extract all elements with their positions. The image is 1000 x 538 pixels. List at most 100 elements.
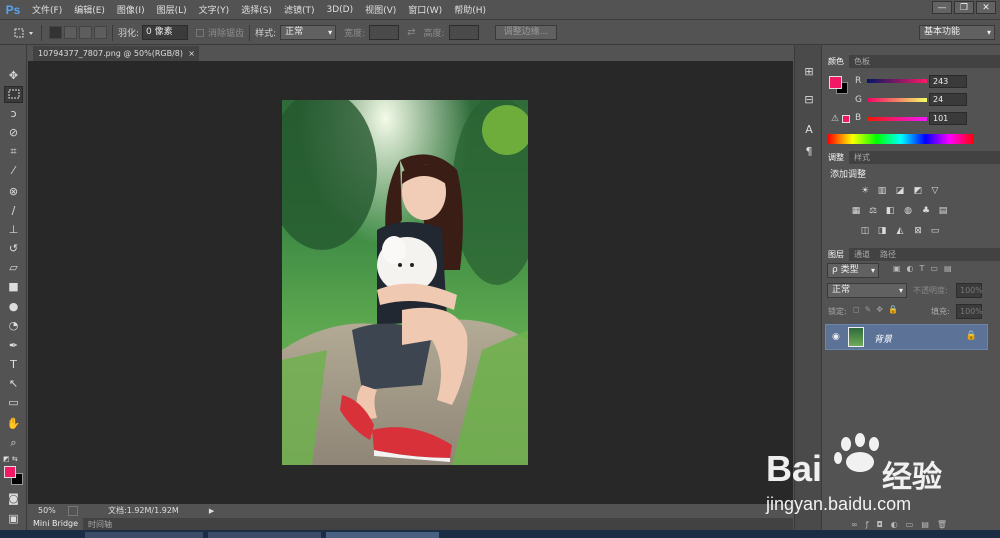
b-value[interactable]: 101 [929,112,967,125]
crop-tool-icon[interactable]: ⌗ [4,143,23,160]
close-tab-icon[interactable]: × [188,46,195,61]
style-select[interactable]: 正常 [280,25,337,40]
quick-select-tool-icon[interactable]: ⊘ [4,124,23,141]
dodge-tool-icon[interactable]: ◔ [4,317,23,334]
close-button[interactable]: ✕ [976,1,996,14]
history-panel-icon[interactable]: ⊞ [801,65,817,79]
levels-icon[interactable]: ▥ [876,186,888,196]
menu-type[interactable]: 文字(Y) [193,3,236,16]
gradient-fill-icon[interactable]: ▭ [929,226,941,236]
character-panel-icon[interactable]: A [801,123,817,137]
menu-help[interactable]: 帮助(H) [448,3,492,16]
add-selection-icon[interactable] [64,26,77,39]
vibrance-icon[interactable]: ▦ [850,206,862,216]
tab-mini-bridge[interactable]: Mini Bridge [28,518,84,530]
swap-icon[interactable]: ⇄ [407,27,415,38]
marquee-tool-icon[interactable] [4,86,23,103]
shape-tool-icon[interactable]: ▭ [4,394,23,411]
status-menu-arrow[interactable]: ▶ [209,507,214,515]
type-tool-icon[interactable]: T [4,356,23,373]
color-lookup-icon[interactable]: ▤ [937,206,949,216]
subtract-selection-icon[interactable] [79,26,92,39]
minimize-button[interactable]: — [932,1,952,14]
r-value[interactable]: 243 [929,75,967,88]
brightness-icon[interactable]: ☀ [859,186,871,196]
tab-paths[interactable]: 路径 [875,248,901,261]
menu-3d[interactable]: 3D(D) [320,5,359,15]
color-balance-icon[interactable]: ⚖ [867,206,879,216]
tab-swatches[interactable]: 色板 [849,55,875,68]
brush-tool-icon[interactable]: ∕ [4,202,23,219]
g-slider[interactable] [867,98,927,102]
pen-tool-icon[interactable]: ✒ [4,337,23,354]
selective-color-icon[interactable]: ⊠ [912,226,924,236]
layer-background-row[interactable]: ◉ 背景 🔒 [825,324,988,350]
tab-adjustments[interactable]: 调整 [823,151,849,164]
antialias-checkbox[interactable] [196,28,205,37]
properties-panel-icon[interactable]: ⊟ [801,93,817,107]
gradient-map-icon[interactable]: ▽ [929,186,941,196]
warning-icon[interactable]: ⚠ [831,114,839,124]
menu-image[interactable]: 图像(I) [111,3,151,16]
tab-timeline[interactable]: 时间轴 [83,519,117,530]
zoom-tool-icon[interactable]: ⌕ [4,434,23,451]
layer-name[interactable]: 背景 [874,332,892,345]
eraser-tool-icon[interactable]: ▱ [4,259,23,276]
new-selection-icon[interactable] [49,26,62,39]
photo-filter-icon[interactable]: ◍ [902,206,914,216]
healing-brush-icon[interactable]: ⊗ [4,183,23,200]
width-input[interactable] [369,25,400,40]
stamp-tool-icon[interactable]: ⊥ [4,221,23,238]
tab-channels[interactable]: 通道 [849,248,875,261]
zoom-level[interactable]: 50% [38,506,66,515]
menu-layer[interactable]: 图层(L) [151,3,193,16]
menu-view[interactable]: 视图(V) [359,3,402,16]
status-icon[interactable] [68,505,78,516]
swap-colors-icon[interactable]: ◩ ⇆ [3,455,18,463]
channel-mixer-icon[interactable]: ♣ [920,206,932,216]
refine-edge-button[interactable]: 调整边缘... [494,25,558,40]
paragraph-panel-icon[interactable]: ¶ [801,145,817,159]
height-input[interactable] [448,25,479,40]
bw-icon[interactable]: ◧ [884,206,896,216]
websafe-swatch[interactable] [842,115,850,123]
color-spectrum[interactable] [828,134,974,144]
menu-edit[interactable]: 编辑(E) [68,3,111,16]
menu-window[interactable]: 窗口(W) [402,3,448,16]
history-brush-icon[interactable]: ↺ [4,240,23,257]
fg-swatch[interactable] [829,76,842,89]
layers-footer-icons[interactable]: ∞ƒ◘◐▭▤🗑 [851,520,955,529]
threshold-icon[interactable]: ◭ [894,226,906,236]
feather-input[interactable]: 0 像素 [142,25,189,40]
menu-filter[interactable]: 滤镜(T) [278,3,321,16]
document-tab[interactable]: 10794377_7807.png @ 50%(RGB/8) × [33,46,199,61]
b-slider[interactable] [867,117,927,121]
taskbar-item[interactable] [208,532,321,538]
foreground-color-swatch[interactable] [4,466,16,478]
menu-select[interactable]: 选择(S) [235,3,278,16]
g-value[interactable]: 24 [929,93,967,106]
maximize-button[interactable]: ❐ [954,1,974,14]
filter-icons[interactable]: ▣◐T▭▤ [893,264,958,273]
blend-mode-select[interactable]: 正常 [827,283,907,298]
marquee-preset-icon[interactable] [14,27,36,39]
r-slider[interactable] [867,79,927,83]
workspace-select[interactable]: 基本功能 [919,25,995,40]
menu-file[interactable]: 文件(F) [26,3,68,16]
tab-layers[interactable]: 图层 [823,248,849,261]
move-tool-icon[interactable]: ✥ [4,67,23,84]
hand-tool-icon[interactable]: ✋ [4,415,23,432]
opacity-input[interactable]: 100% [956,283,983,298]
taskbar-item[interactable] [326,532,439,538]
eyedropper-tool-icon[interactable]: ⁄ [4,162,23,179]
tab-styles[interactable]: 样式 [849,151,875,164]
path-select-tool-icon[interactable]: ↖ [4,375,23,392]
exposure-icon[interactable]: ◩ [912,186,924,196]
posterize-icon[interactable]: ◨ [876,226,888,236]
tab-color[interactable]: 颜色 [823,55,849,68]
gradient-tool-icon[interactable]: ■ [4,278,23,295]
canvas-image[interactable] [282,100,528,465]
layer-kind-filter[interactable]: ρ 类型 [827,263,879,278]
lasso-tool-icon[interactable]: ↄ [4,105,23,122]
taskbar-item[interactable] [85,532,203,538]
